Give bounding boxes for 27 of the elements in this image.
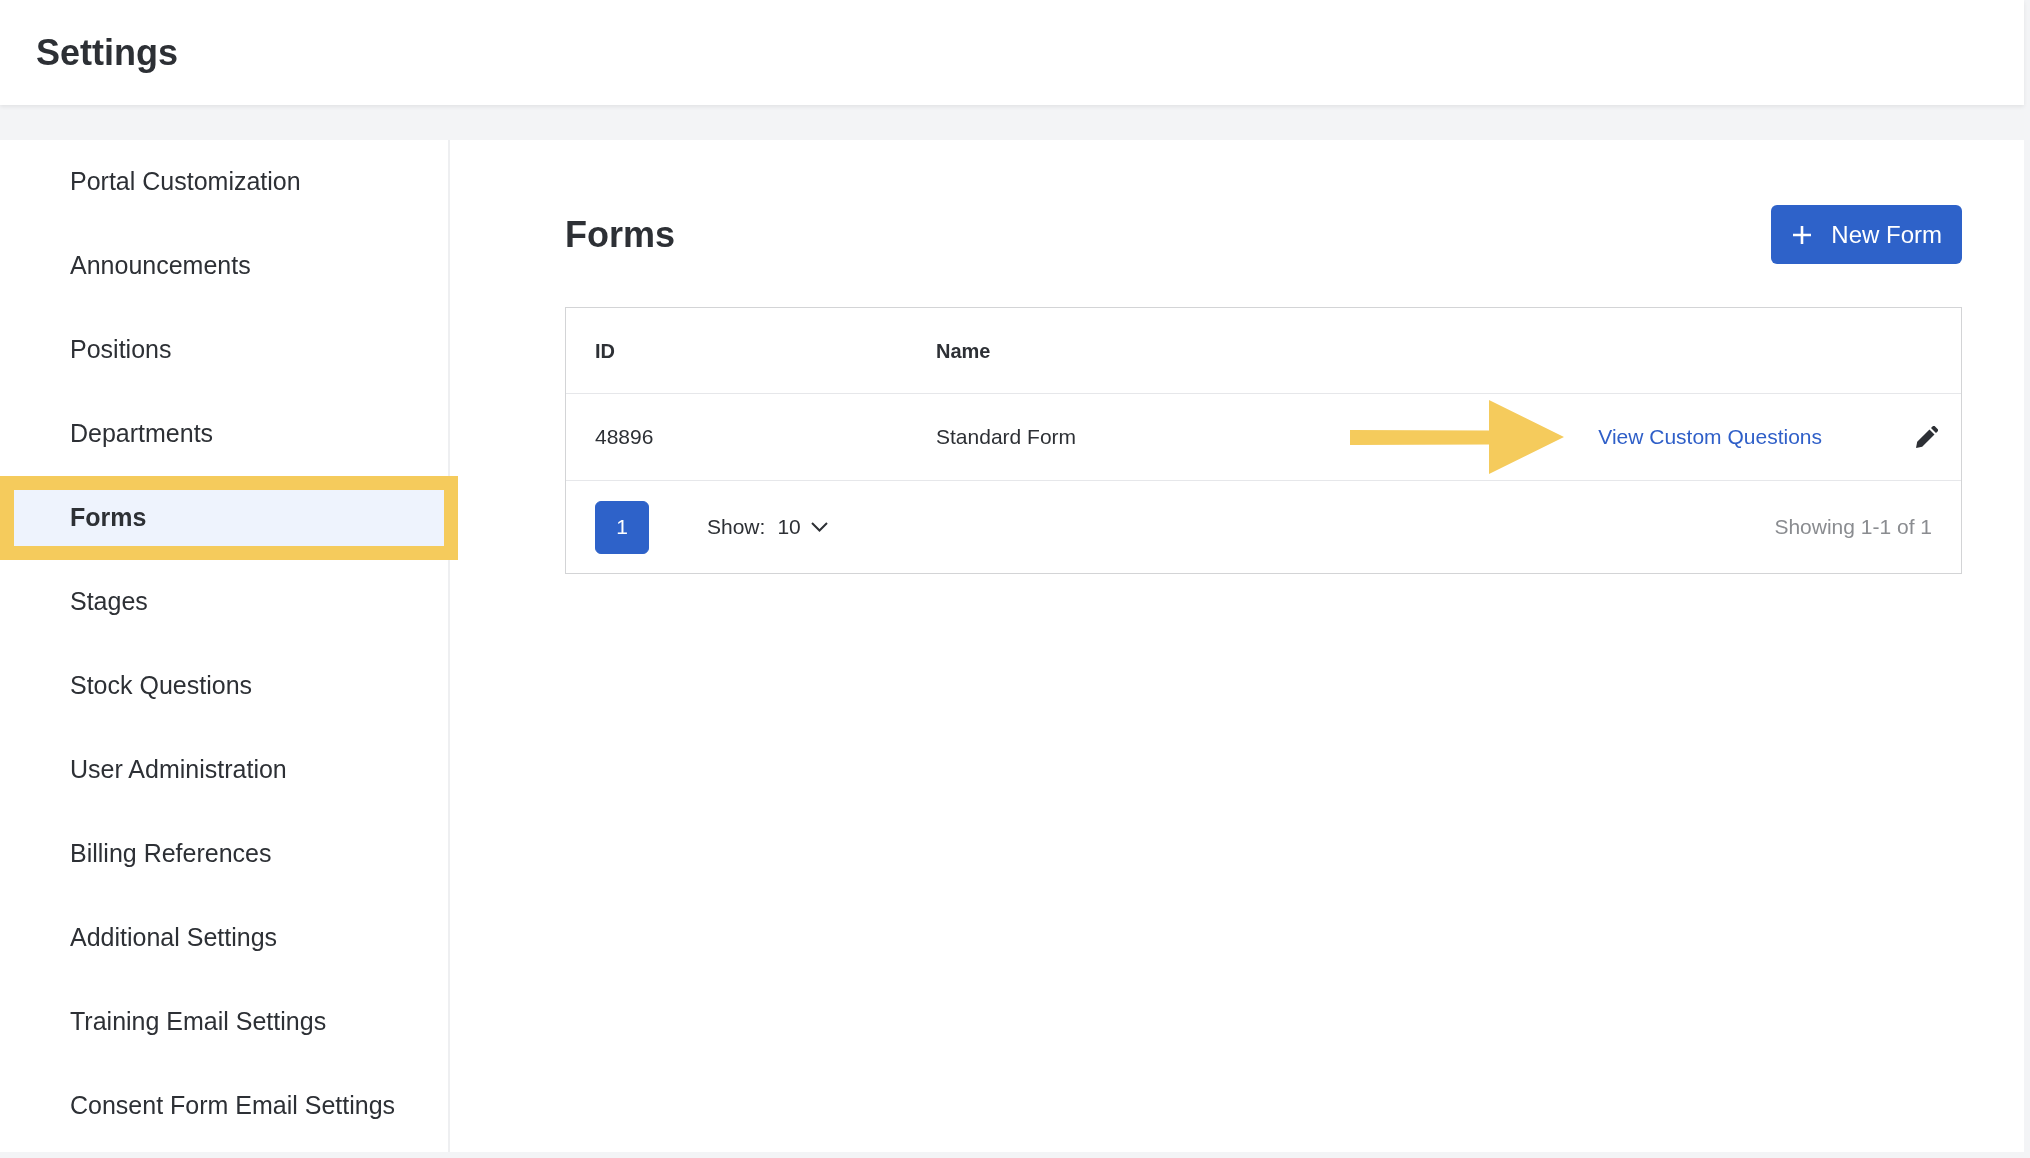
column-header: ID (595, 339, 615, 362)
sidebar-item[interactable]: Consent Form Email Settings (0, 1064, 448, 1148)
sidebar-item[interactable]: Positions (0, 308, 448, 392)
sidebar-item[interactable]: Portal Customization (0, 140, 448, 224)
show-label: Show: (707, 514, 766, 541)
sidebar-item[interactable]: Stages (0, 560, 448, 644)
table-cell: 48896 (595, 425, 654, 449)
sidebar-item[interactable]: Forms (0, 476, 458, 560)
chevron-down-icon (810, 522, 828, 532)
new-form-button[interactable]: New Form (1771, 205, 1962, 264)
plus-icon (1792, 224, 1813, 245)
pencil-icon[interactable] (1916, 426, 1938, 448)
sidebar-item[interactable]: User Administration (0, 728, 448, 812)
page-size-dropdown[interactable]: 10 (777, 511, 828, 543)
table-cell: Standard Form (936, 425, 1077, 449)
sidebar-item[interactable]: Training Email Settings (0, 980, 448, 1064)
sidebar-item[interactable]: Departments (0, 392, 448, 476)
sidebar-item[interactable]: Additional Settings (0, 896, 448, 980)
page-button[interactable]: 1 (595, 500, 649, 554)
pagination-summary: Showing 1-1 of 1 (1774, 514, 1932, 541)
sidebar-item[interactable]: Billing References (0, 812, 448, 896)
view-questions-link[interactable]: View Custom Questions (1598, 421, 1822, 453)
column-header: Name (936, 339, 991, 362)
sidebar-item[interactable]: Stock Questions (0, 644, 448, 728)
section-title: Forms (565, 212, 676, 257)
page-title: Settings (36, 30, 178, 75)
sidebar-item[interactable]: Announcements (0, 224, 448, 308)
